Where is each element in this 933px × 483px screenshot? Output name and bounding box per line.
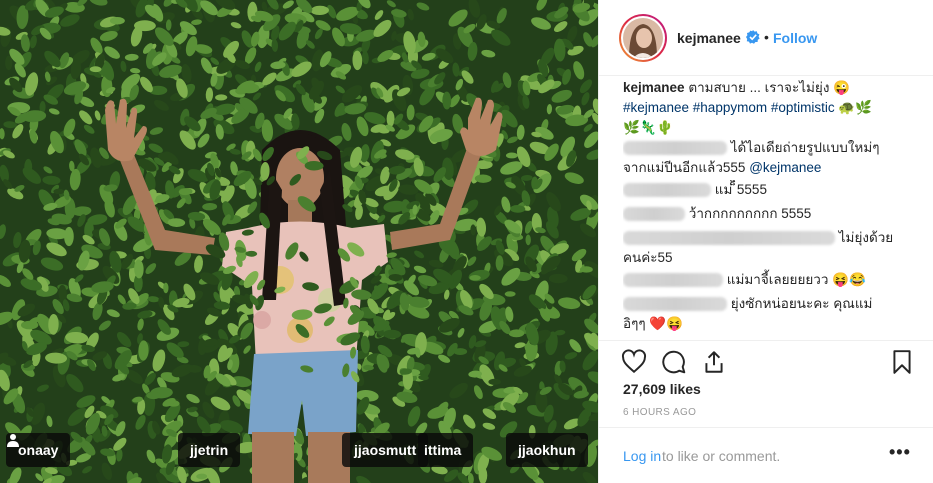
more-options-button[interactable]: •••: [889, 442, 911, 463]
photo-tag-label: jjetrin: [190, 442, 229, 458]
post-username[interactable]: kejmanee: [677, 30, 741, 46]
photo-tag-label: ittima: [424, 442, 462, 458]
login-prompt-text: to like or comment.: [662, 448, 781, 464]
caption-hashtags[interactable]: #kejmanee #happymom #optimistic: [623, 100, 835, 115]
photo-tag-jjaosmutt[interactable]: jjaosmutt: [342, 433, 429, 467]
comment-mention[interactable]: @kejmanee: [749, 160, 821, 175]
comment-text: คนค่ะ55: [623, 250, 673, 265]
blurred-username: [623, 297, 727, 312]
like-count[interactable]: 27,609 likes: [623, 381, 701, 397]
person-tag-icon: [7, 434, 19, 447]
comment-icon[interactable]: [661, 349, 687, 375]
follow-button[interactable]: Follow: [773, 30, 817, 46]
blurred-username: [623, 141, 727, 156]
caption-text: ตามสบาย ... เราจะไม่ยุ่ง 😜: [688, 80, 850, 95]
post-side-panel: kejmanee • Follow kejmanee ตามสบาย ... เ…: [598, 0, 933, 483]
comment-text: แม่มาจี้เลยยยยวว 😝😂: [726, 272, 866, 287]
comment-text: ยุ่งซักหน่อยนะคะ คุณแม่: [730, 296, 873, 311]
post-timestamp[interactable]: 6 HOURS AGO: [623, 407, 696, 418]
avatar-photo: [623, 18, 663, 58]
blurred-username: [623, 231, 835, 246]
verified-badge-icon: [746, 30, 760, 44]
list-item: ยุ่งซักหน่อยนะคะ คุณแม่ อิๆๆ ❤️😝: [623, 294, 913, 334]
blurred-username: [623, 207, 685, 222]
photo-tag-label: onaay: [18, 442, 59, 458]
photo-tag-jjaokhun[interactable]: jjaokhun: [506, 433, 588, 467]
post-header: kejmanee • Follow: [599, 0, 933, 76]
list-item: ไม่ยุ่งด้วย คนค่ะ55: [623, 228, 913, 268]
caption-emoji-1: 🐢🌿: [838, 100, 872, 115]
photo-tag-ittima[interactable]: ittima: [418, 433, 474, 467]
bookmark-icon[interactable]: [889, 349, 915, 375]
comment-text: อิๆๆ ❤️😝: [623, 316, 683, 331]
comments-list[interactable]: kejmanee ตามสบาย ... เราจะไม่ยุ่ง 😜 #kej…: [623, 78, 913, 340]
list-item: แม่ ็็็็็็็็็็็็็็็็็็็็็็็็็็็็็็็็็็็็…: [623, 180, 913, 200]
heart-icon[interactable]: [621, 349, 647, 375]
post-photo[interactable]: onaay jjetrin jjaosmutt ittima jjaokhun: [0, 0, 598, 483]
comment-text: ไม่ยุ่งด้วย: [838, 230, 894, 245]
photo-scene: [0, 0, 598, 483]
comment-text: ได้ไอเดียถ่ายรูปแบบใหม่ๆ: [730, 140, 880, 155]
photo-tag-label: jjaosmutt: [354, 442, 417, 458]
post-footer: Log in to like or comment. •••: [599, 427, 933, 483]
blurred-username: [623, 183, 711, 198]
photo-tag-label: jjaokhun: [518, 442, 576, 458]
list-item: ว้ากกกกกกกกก 5555: [623, 204, 913, 224]
action-bar: [599, 340, 933, 380]
photo-tag-onaay[interactable]: onaay: [6, 433, 71, 467]
comment-text: แม่ ็็็็็็็็็็็็็็็็็็็็็็็็็็็็็็็็็็็็…: [714, 182, 767, 197]
caption: kejmanee ตามสบาย ... เราจะไม่ยุ่ง 😜 #kej…: [623, 78, 913, 138]
photo-tag-jjetrin[interactable]: jjetrin: [178, 433, 241, 467]
list-item: แม่มาจี้เลยยยยวว 😝😂: [623, 270, 913, 290]
blurred-username: [623, 273, 723, 288]
list-item: ได้ไอเดียถ่ายรูปแบบใหม่ๆ จากแม่ปีนอีกแล้…: [623, 138, 913, 178]
caption-username[interactable]: kejmanee: [623, 80, 685, 95]
comment-text: ว้ากกกกกกกกก 5555: [688, 206, 812, 221]
caption-emoji-2: 🌿🦎🌵: [623, 120, 674, 135]
avatar[interactable]: [619, 14, 667, 62]
share-icon[interactable]: [701, 349, 727, 375]
separator-dot: •: [764, 29, 769, 45]
comment-text: จากแม่ปีนอีกแล้ว555: [623, 160, 746, 175]
login-link[interactable]: Log in: [623, 448, 661, 464]
